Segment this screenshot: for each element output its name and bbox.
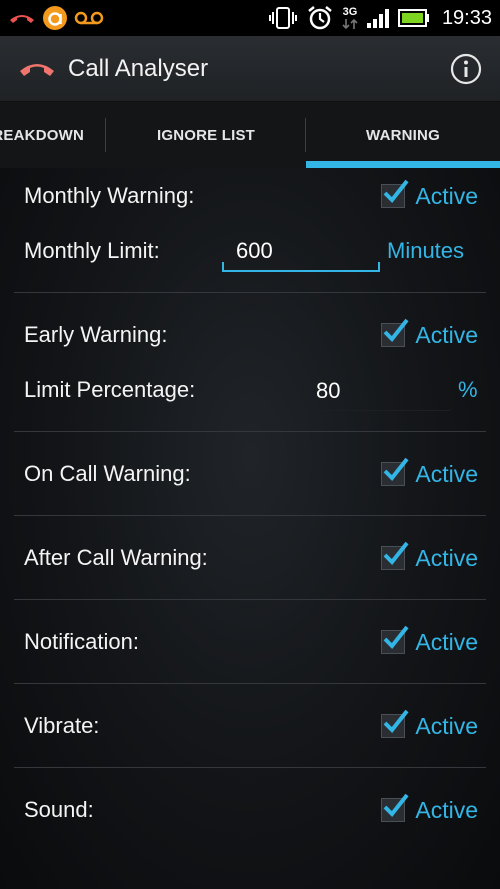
divider: [14, 767, 486, 768]
checkbox-checked[interactable]: [381, 179, 409, 208]
checkbox-checked[interactable]: [381, 541, 409, 570]
tab-selected-indicator: [306, 161, 500, 168]
sound-toggle[interactable]: Active: [381, 793, 478, 824]
status-bar: 3G 19:33: [0, 0, 500, 36]
sound-status: Active: [415, 796, 478, 823]
vibrate-icon: [268, 6, 298, 30]
app-title: Call Analyser: [68, 54, 209, 82]
sound-label: Sound:: [24, 797, 94, 822]
alarm-icon: [306, 4, 334, 32]
checkbox-checked[interactable]: [381, 709, 409, 738]
battery-icon: [397, 8, 430, 28]
vibrate-row: Vibrate: Active: [24, 708, 478, 744]
checkmark-icon: [383, 793, 409, 818]
checkmark-icon: [383, 709, 409, 734]
limit-percentage-input[interactable]: 80: [302, 371, 450, 411]
on-call-warning-status: Active: [415, 460, 478, 487]
network-3g-icon: 3G: [342, 6, 358, 30]
notification-label: Notification:: [24, 629, 139, 654]
phone-hangup-icon: [18, 58, 56, 80]
monthly-warning-toggle[interactable]: Active: [381, 179, 478, 210]
tab-bar: BREAKDOWN IGNORE LIST WARNING: [0, 102, 500, 168]
on-call-warning-label: On Call Warning:: [24, 461, 191, 486]
warning-settings-panel: Monthly Warning: Active Monthly Limit: 6…: [0, 168, 500, 889]
checkmark-icon: [383, 457, 409, 482]
tab-ignore-list[interactable]: IGNORE LIST: [106, 102, 306, 168]
limit-percentage-label: Limit Percentage:: [24, 377, 196, 402]
after-call-warning-label: After Call Warning:: [24, 545, 208, 570]
missed-call-icon: [8, 10, 36, 26]
early-warning-status: Active: [415, 321, 478, 348]
monthly-limit-unit: Minutes: [387, 238, 465, 263]
early-warning-row: Early Warning: Active: [24, 317, 478, 353]
checkmark-icon: [383, 625, 409, 650]
divider: [14, 431, 486, 432]
status-time: 19:33: [441, 6, 492, 29]
monthly-warning-label: Monthly Warning:: [24, 183, 195, 208]
vibrate-toggle[interactable]: Active: [381, 709, 478, 740]
early-warning-toggle[interactable]: Active: [381, 318, 478, 349]
after-call-warning-row: After Call Warning: Active: [24, 540, 478, 576]
checkbox-checked[interactable]: [381, 318, 409, 347]
early-warning-label: Early Warning:: [24, 322, 168, 347]
checkbox-checked[interactable]: [381, 625, 409, 654]
checkbox-checked[interactable]: [381, 793, 409, 822]
notification-toggle[interactable]: Active: [381, 625, 478, 656]
limit-percentage-unit: %: [458, 377, 478, 402]
after-call-warning-toggle[interactable]: Active: [381, 541, 478, 572]
tab-breakdown[interactable]: BREAKDOWN: [0, 102, 106, 168]
voicemail-icon: [74, 10, 104, 26]
checkbox-checked[interactable]: [381, 457, 409, 486]
action-bar: Call Analyser: [0, 36, 500, 102]
monthly-warning-status: Active: [415, 182, 478, 209]
info-icon[interactable]: [450, 53, 482, 85]
vibrate-label: Vibrate:: [24, 713, 100, 738]
on-call-warning-toggle[interactable]: Active: [381, 457, 478, 488]
divider: [14, 683, 486, 684]
checkmark-icon: [383, 318, 409, 343]
on-call-warning-row: On Call Warning: Active: [24, 456, 478, 492]
tab-warning[interactable]: WARNING: [306, 102, 500, 168]
checkmark-icon: [383, 179, 409, 204]
vibrate-status: Active: [415, 712, 478, 739]
monthly-warning-row: Monthly Warning: Active: [24, 178, 478, 214]
orange-app-icon: [42, 5, 68, 31]
checkmark-icon: [383, 541, 409, 566]
monthly-limit-label: Monthly Limit:: [24, 238, 160, 263]
divider: [14, 515, 486, 516]
notification-row: Notification: Active: [24, 624, 478, 660]
divider: [14, 599, 486, 600]
sound-row: Sound: Active: [24, 792, 478, 828]
signal-icon: [366, 7, 390, 29]
divider: [14, 292, 486, 293]
after-call-warning-status: Active: [415, 544, 478, 571]
monthly-limit-input[interactable]: 600: [222, 232, 380, 272]
notification-status: Active: [415, 628, 478, 655]
